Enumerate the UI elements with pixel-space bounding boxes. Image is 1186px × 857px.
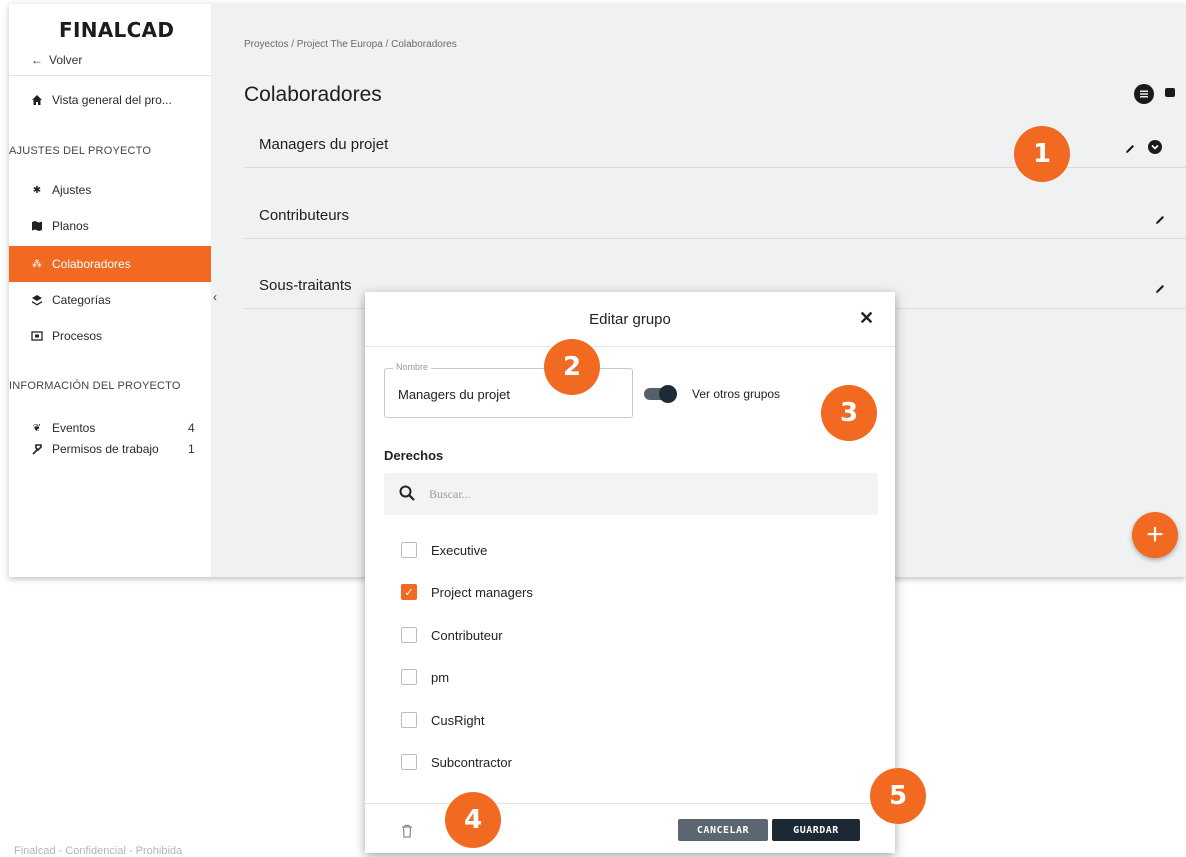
group-name: Contributeurs	[259, 207, 350, 224]
sidebar-item-overview[interactable]: Vista general del pro...	[9, 82, 211, 118]
checkbox[interactable]	[401, 754, 417, 770]
add-fab-button[interactable]: +	[1132, 512, 1178, 558]
map-icon	[31, 220, 43, 232]
edit-group-dialog: Editar grupo ✕ Nombre Managers du projet…	[365, 292, 895, 853]
checkbox[interactable]	[401, 542, 417, 558]
right-checkbox-row[interactable]: Executive	[401, 540, 487, 560]
rights-search-input[interactable]: Buscar...	[384, 473, 878, 515]
toggle-label: Ver otros grupos	[692, 387, 781, 401]
arrow-left-icon: ←	[31, 53, 43, 67]
settings-section-header: AJUSTES DEL PROYECTO	[9, 145, 211, 157]
checkbox-checked[interactable]: ✓	[401, 584, 417, 600]
right-label: Contributeur	[431, 627, 503, 643]
annotation-badge: 1	[1014, 126, 1070, 182]
group-name: Managers du projet	[259, 136, 389, 153]
sidebar-item-label: Permisos de trabajo	[52, 442, 159, 456]
save-button[interactable]: GUARDAR	[772, 819, 860, 841]
section-title: INFORMACIÓN DEL PROYECTO	[9, 380, 181, 392]
breadcrumb: Proyectos / Project The Europa / Colabor…	[244, 39, 457, 50]
rights-heading: Derechos	[384, 448, 444, 463]
right-checkbox-row[interactable]: CusRight	[401, 710, 484, 730]
hammer-icon	[31, 443, 43, 455]
gear-icon: ✱	[32, 184, 42, 196]
dialog-title: Editar grupo	[589, 311, 671, 328]
back-link[interactable]: ← Volver	[31, 53, 82, 67]
right-checkbox-row[interactable]: Contributeur	[401, 625, 503, 645]
process-icon	[31, 330, 43, 342]
sidebar: FINALCAD ← Volver Vista general del pro.…	[9, 4, 211, 577]
people-icon: ⁂	[32, 258, 42, 270]
collapse-sidebar-icon[interactable]: ‹	[213, 290, 217, 304]
right-label: Subcontractor	[431, 754, 512, 770]
info-section-header: INFORMACIÓN DEL PROYECTO	[9, 380, 211, 392]
edit-pencil-icon[interactable]	[1153, 282, 1167, 296]
checkbox[interactable]	[401, 627, 417, 643]
right-label: Executive	[431, 542, 488, 558]
sidebar-item-colaboradores[interactable]: ⁂ Colaboradores	[9, 246, 211, 282]
edit-pencil-icon[interactable]	[1153, 213, 1167, 227]
confidential-footer: Finalcad - Confidencial - Prohibida	[14, 845, 183, 857]
group-name: Sous-traitants	[259, 277, 352, 294]
sidebar-item-label: Ajustes	[52, 183, 92, 197]
page-title: Colaboradores	[244, 83, 382, 106]
right-checkbox-row[interactable]: pm	[401, 667, 449, 687]
grid-view-icon[interactable]	[1165, 88, 1175, 97]
sidebar-item-label: Procesos	[52, 329, 103, 343]
sidebar-item-procesos[interactable]: Procesos	[9, 318, 211, 354]
cancel-button[interactable]: CANCELAR	[678, 819, 768, 841]
search-placeholder: Buscar...	[429, 487, 471, 501]
list-view-icon[interactable]	[1134, 84, 1154, 104]
sidebar-item-categorias[interactable]: Categorías	[9, 282, 211, 318]
divider	[9, 75, 211, 76]
trash-icon[interactable]	[401, 824, 413, 838]
sidebar-item-ajustes[interactable]: ✱ Ajustes	[9, 172, 211, 208]
checkbox[interactable]	[401, 712, 417, 728]
right-checkbox-row[interactable]: ✓ Project managers	[401, 582, 533, 602]
sidebar-item-planos[interactable]: Planos	[9, 208, 211, 244]
back-label: Volver	[49, 53, 83, 67]
search-icon	[399, 485, 415, 501]
annotation-badge: 4	[445, 792, 501, 848]
right-checkbox-row[interactable]: Subcontractor	[401, 752, 512, 772]
right-label: CusRight	[431, 712, 485, 728]
section-title: AJUSTES DEL PROYECTO	[9, 145, 152, 157]
sidebar-item-label: Categorías	[52, 293, 111, 307]
checkbox[interactable]	[401, 669, 417, 685]
toggle-knob[interactable]	[659, 385, 677, 403]
right-label: Project managers	[431, 584, 533, 600]
permits-count: 1	[188, 442, 195, 456]
edit-pencil-icon[interactable]	[1123, 142, 1137, 156]
layers-icon	[31, 294, 43, 306]
sidebar-item-permisos[interactable]: Permisos de trabajo	[9, 431, 211, 467]
chevron-down-icon[interactable]	[1148, 140, 1162, 154]
right-label: pm	[431, 669, 450, 685]
name-field-value: Managers du projet	[398, 387, 511, 402]
name-field-label: Nombre	[393, 362, 432, 372]
annotation-badge: 5	[870, 768, 926, 824]
plus-icon: +	[1146, 518, 1164, 551]
annotation-badge: 2	[544, 339, 600, 395]
sidebar-item-label: Planos	[52, 219, 89, 233]
close-icon[interactable]: ✕	[859, 308, 874, 329]
divider	[365, 803, 895, 804]
home-icon	[31, 94, 43, 106]
sidebar-item-label: Colaboradores	[52, 257, 131, 271]
divider	[365, 346, 895, 347]
annotation-badge: 3	[821, 385, 877, 441]
app-logo: FINALCAD	[59, 18, 175, 42]
group-row[interactable]: Contributeurs	[244, 193, 1186, 239]
sidebar-item-label: Vista general del pro...	[52, 93, 172, 107]
